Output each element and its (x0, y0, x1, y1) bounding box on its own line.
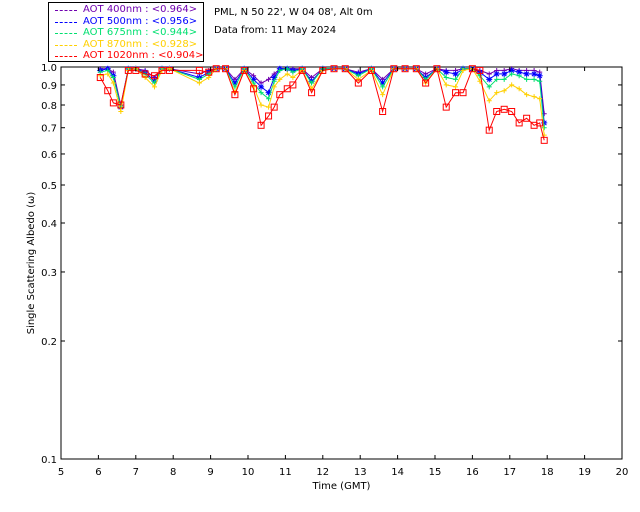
legend-label: AOT 1020nm : <0.904> (83, 50, 204, 61)
legend-label: AOT 400nm : <0.964> (83, 4, 198, 15)
x-tick-label: 8 (170, 467, 176, 478)
y-tick-label: 0.5 (41, 181, 57, 192)
x-tick-label: 17 (503, 467, 516, 478)
x-tick-label: 7 (133, 467, 139, 478)
x-tick-label: 6 (95, 467, 101, 478)
y-tick-label: 0.6 (41, 150, 57, 161)
x-tick-label: 9 (207, 467, 213, 478)
legend-swatch (55, 10, 77, 11)
data-point (380, 92, 386, 98)
data-point (453, 84, 459, 90)
legend-label: AOT 500nm : <0.956> (83, 15, 198, 27)
data-point (537, 78, 543, 84)
date-text: Data from: 11 May 2024 (214, 25, 337, 36)
data-point (531, 70, 538, 77)
y-tick-label: 0.2 (41, 337, 57, 348)
data-point (536, 72, 543, 79)
data-point (531, 94, 537, 100)
data-point (524, 76, 530, 82)
legend-swatch (55, 33, 77, 34)
data-point (258, 102, 264, 108)
y-tick-label: 0.9 (41, 81, 57, 92)
data-point (523, 70, 530, 77)
data-point (531, 76, 537, 82)
x-tick-label: 19 (578, 467, 591, 478)
x-tick-label: 15 (429, 467, 442, 478)
data-point (486, 71, 492, 77)
series-4 (97, 66, 547, 138)
x-tick-label: 12 (316, 467, 329, 478)
series-line (99, 67, 545, 141)
data-point (118, 108, 124, 114)
x-tick-label: 10 (242, 467, 255, 478)
x-tick-label: 14 (391, 467, 404, 478)
y-tick-label: 0.8 (41, 101, 57, 112)
data-point (443, 69, 450, 76)
legend-swatch (55, 56, 77, 57)
data-point (258, 83, 265, 90)
y-tick-label: 0.4 (41, 219, 57, 230)
x-tick-label: 13 (354, 467, 367, 478)
x-tick-label: 11 (279, 467, 292, 478)
x-tick-label: 18 (541, 467, 554, 478)
legend-label: AOT 675nm : <0.944> (83, 27, 198, 38)
legend: AOT 400nm : <0.964> AOT 500nm : <0.956> … (48, 2, 204, 62)
x-tick-label: 20 (616, 467, 629, 478)
y-tick-label: 0.1 (41, 455, 57, 466)
data-point (97, 73, 103, 79)
series-3 (97, 66, 547, 131)
series-layer (96, 65, 548, 144)
data-point (266, 104, 272, 110)
data-point (486, 76, 493, 83)
data-point (196, 80, 202, 86)
y-tick-label: 0.7 (41, 124, 57, 135)
data-point (443, 82, 449, 88)
data-point (493, 70, 500, 77)
x-tick-label: 16 (466, 467, 479, 478)
legend-swatch (55, 44, 77, 46)
location-text: PML, N 50 22', W 04 08', Alt 0m (214, 7, 373, 18)
y-tick-label: 1.0 (41, 63, 57, 74)
x-tick-label: 5 (58, 467, 64, 478)
data-point (501, 70, 508, 77)
y-axis-label: Single Scattering Albedo (ω) (26, 192, 37, 335)
legend-label: AOT 870nm : <0.928> (83, 38, 198, 50)
data-point (540, 136, 548, 144)
legend-swatch (55, 21, 77, 23)
series-line (100, 67, 545, 136)
x-axis-label: Time (GMT) (312, 481, 371, 492)
y-tick-label: 0.3 (41, 268, 57, 279)
chart-canvas: 5 6 7 8 9 10 11 12 13 14 15 16 17 18 19 20 0.1 0.2 0.3 0.4 0… (26, 63, 629, 492)
